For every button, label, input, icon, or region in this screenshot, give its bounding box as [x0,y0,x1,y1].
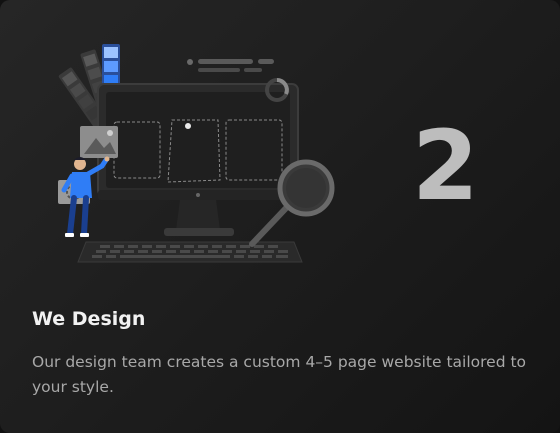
step-number: 2 [412,110,479,222]
image-card-icon [80,126,118,158]
card-title: We Design [32,308,146,330]
web-design-illustration [58,44,335,263]
ui-lines-icon [187,59,274,72]
process-step-card: 2 We Design Our design team creates a cu… [0,0,560,433]
monitor-icon [97,78,299,236]
card-description: Our design team creates a custom 4–5 pag… [32,353,527,396]
keyboard-icon [77,241,303,263]
